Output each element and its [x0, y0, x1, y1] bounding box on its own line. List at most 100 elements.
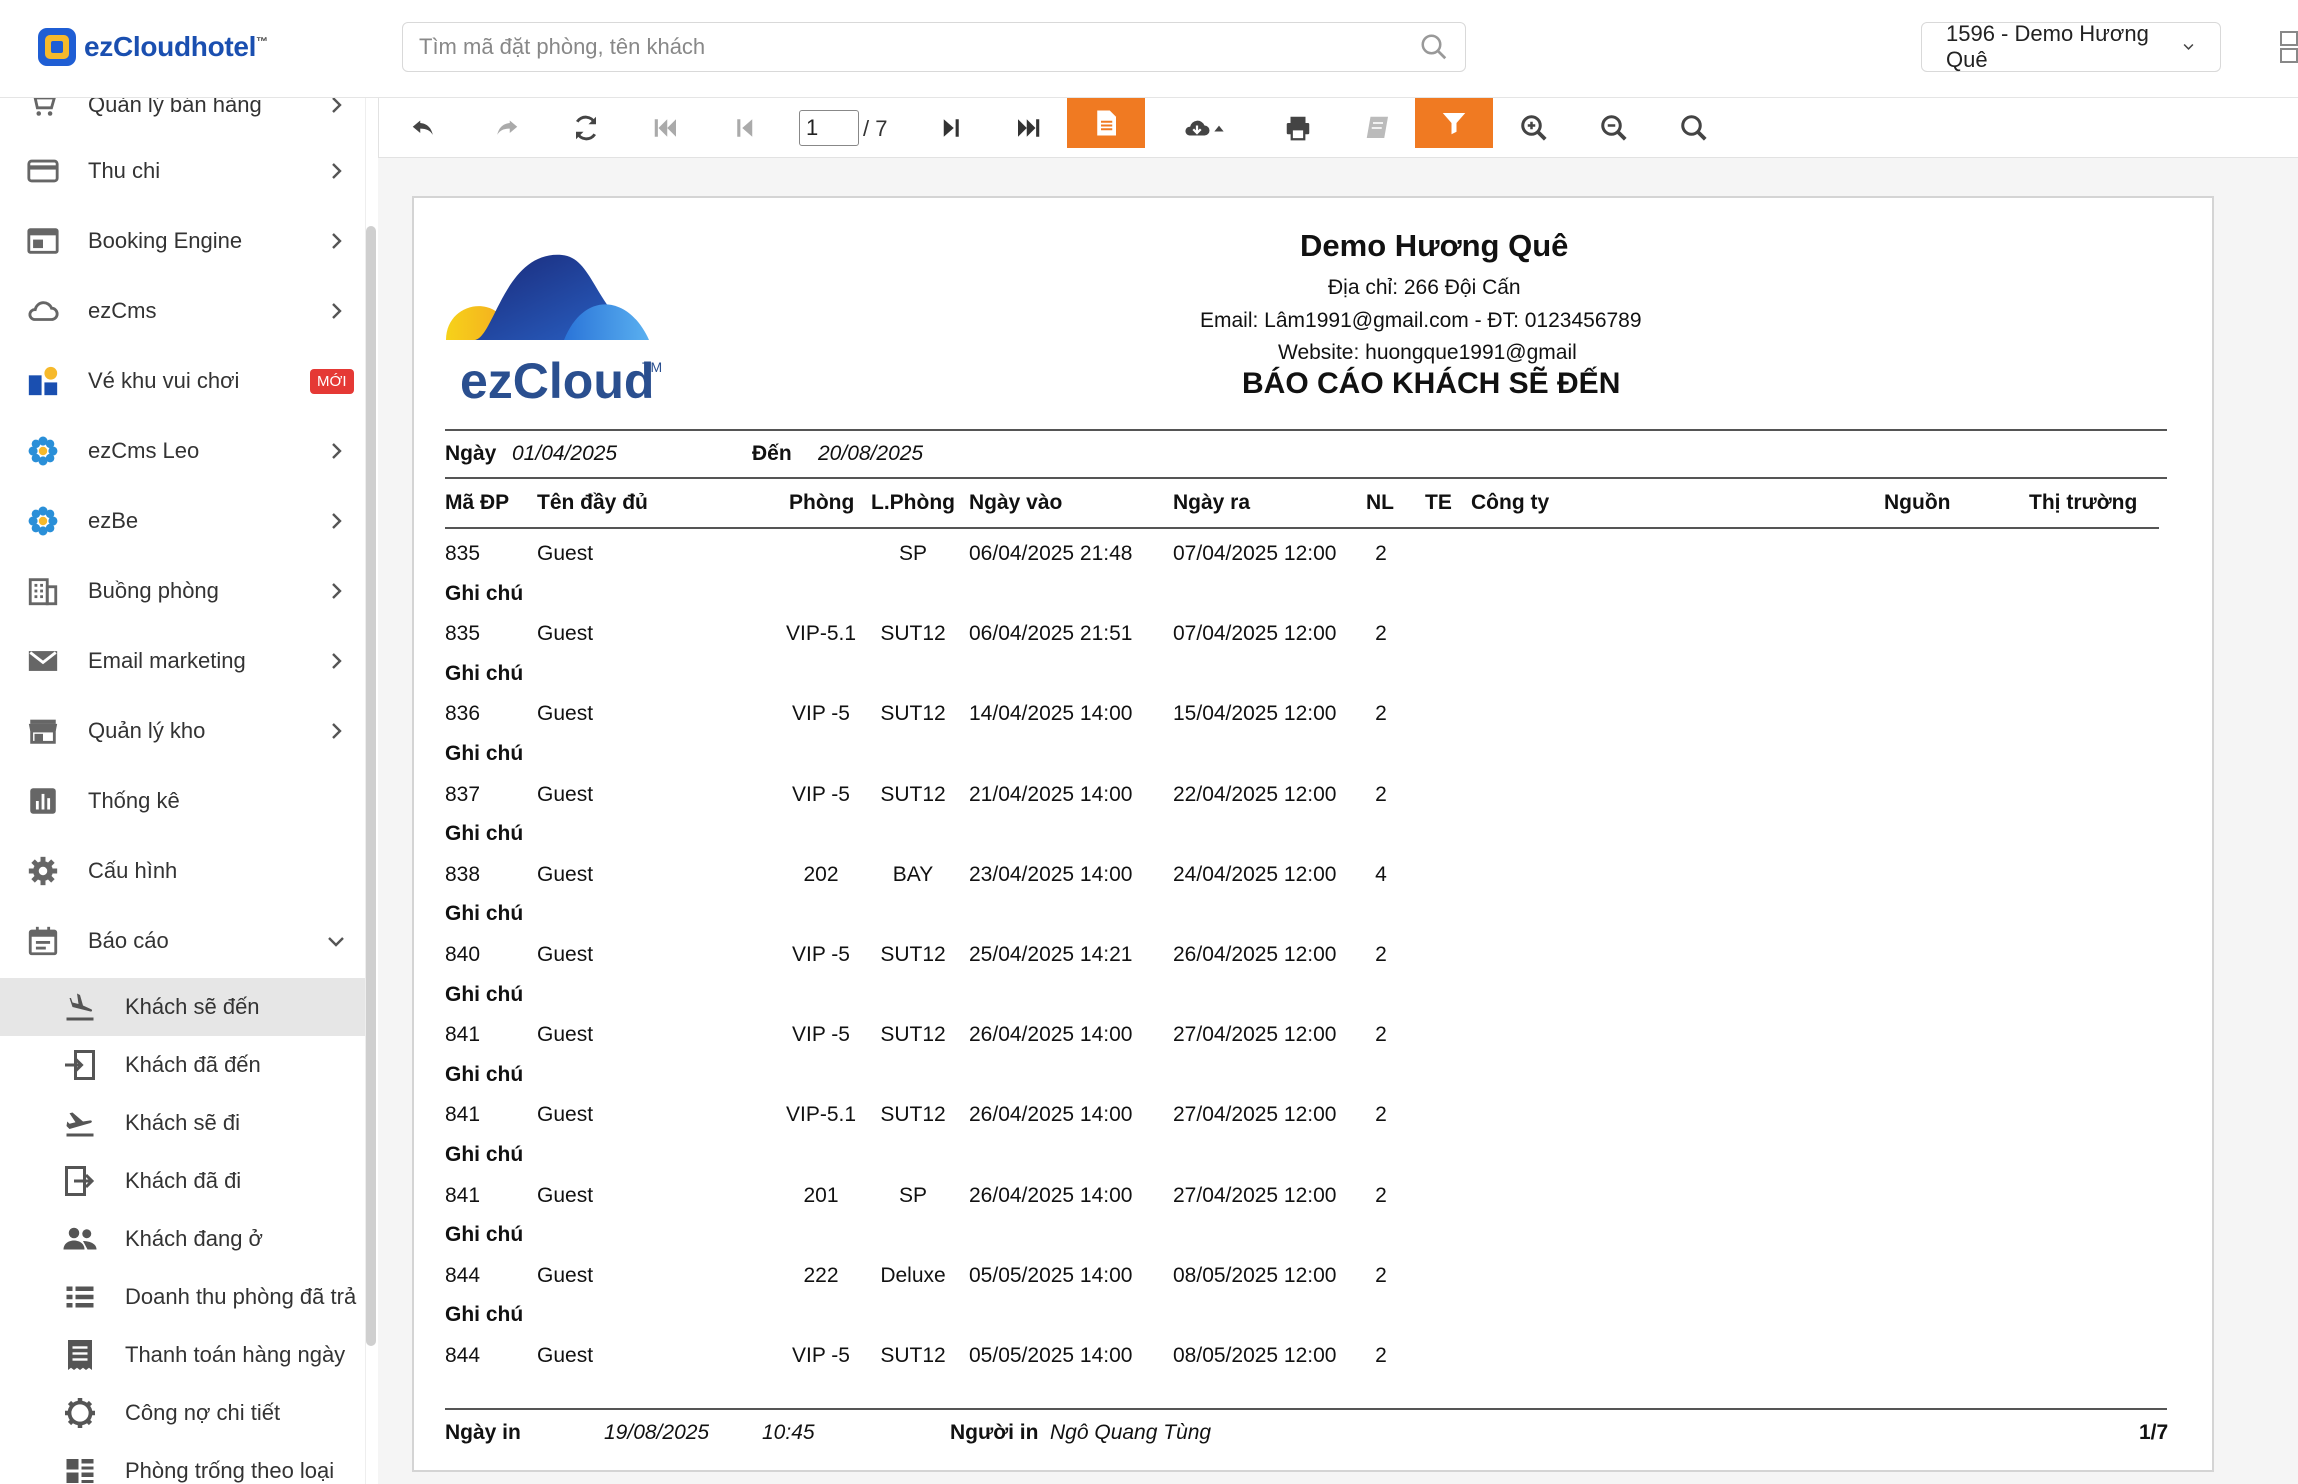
cell-ra: 08/05/2025 12:00 [1173, 1344, 1337, 1367]
sidebar-subitem-thanh-toan[interactable]: Thanh toán hàng ngày [0, 1326, 365, 1384]
cell-ma: 841 [445, 1023, 481, 1047]
logo-icon [38, 28, 76, 66]
sidebar-item-ve-khu-vui-choi[interactable]: Vé khu vui chơi MỚI [0, 346, 365, 416]
search-icon[interactable] [1419, 32, 1449, 62]
sidebar-item-label: ezBe [88, 508, 139, 533]
first-page-button[interactable] [643, 103, 689, 153]
cell-ten: Guest [537, 1023, 594, 1047]
sidebar-scrollbar[interactable] [366, 226, 376, 1346]
cell-ma: 835 [445, 622, 481, 646]
prev-page-icon [737, 119, 753, 137]
print-icon [1286, 116, 1310, 141]
cell-vao: 14/04/2025 14:00 [969, 702, 1133, 726]
mail-icon [28, 651, 58, 671]
prev-page-button[interactable] [723, 103, 769, 153]
cell-phong: VIP -5 [792, 1023, 850, 1047]
zoom-in-button[interactable] [1511, 103, 1557, 153]
card-icon [27, 159, 59, 183]
filter-button[interactable] [1415, 98, 1493, 148]
export-button[interactable] [1169, 103, 1239, 153]
sidebar-subitem-label: Phòng trống theo loại [125, 1458, 335, 1483]
sidebar-subitem-doanh-thu[interactable]: Doanh thu phòng đã trả [0, 1268, 365, 1326]
cell-phong: VIP -5 [792, 782, 850, 806]
cell-vao: 25/04/2025 14:21 [969, 943, 1133, 966]
last-page-button[interactable] [1005, 103, 1051, 153]
redo-button[interactable] [483, 103, 529, 153]
sidebar-item-ezcms-leo[interactable]: ezCms Leo [0, 416, 365, 486]
sidebar-item-quan-ly-kho[interactable]: Quản lý kho [0, 696, 365, 766]
sidebar-subitem-cong-no[interactable]: Công nợ chi tiết [0, 1384, 365, 1442]
sidebar-item-ezbe[interactable]: ezBe [0, 486, 365, 556]
sidebar-item-sales[interactable]: Quản lý bán hàng [0, 98, 365, 140]
document-view-button[interactable] [1067, 98, 1145, 148]
sidebar-subitem-label: Khách sẽ đến [125, 994, 260, 1019]
cell-ten: Guest [537, 622, 594, 646]
divider [445, 477, 2167, 479]
sidebar-subitem-khach-da-den[interactable]: Khách đã đến [0, 1036, 365, 1094]
cell-loai: SUT12 [880, 1103, 946, 1127]
page-total: / 7 [863, 116, 888, 141]
chevron-right-icon [332, 443, 342, 459]
sidebar-subitem-label: Khách đã đi [125, 1168, 242, 1193]
divider [445, 1408, 2167, 1410]
sidebar-item-thu-chi[interactable]: Thu chi [0, 136, 365, 206]
date-to-value: 20/08/2025 [818, 442, 924, 465]
cell-loai: SUT12 [880, 782, 946, 806]
sidebar-item-label: Báo cáo [88, 928, 169, 953]
cell-ten: Guest [537, 782, 594, 806]
cell-ra: 27/04/2025 12:00 [1173, 1103, 1337, 1127]
col-header-loai-phong: L.Phòng [871, 491, 955, 514]
sidebar-item-ezcms[interactable]: ezCms [0, 276, 365, 346]
col-header-phong: Phòng [789, 491, 855, 514]
note-label: Ghi chú [445, 1062, 524, 1086]
sidebar-subitem-khach-da-di[interactable]: Khách đã đi [0, 1152, 365, 1210]
cell-ra: 27/04/2025 12:00 [1173, 1023, 1337, 1047]
print-button[interactable] [1275, 103, 1321, 153]
report-hotel-name: Demo Hương Quê [1300, 228, 1569, 263]
zoom-out-button[interactable] [1591, 103, 1637, 153]
sidebar: Quản lý bán hàng Thu chi Booking Engine … [0, 98, 366, 1484]
sidebar-item-cau-hinh[interactable]: Cấu hình [0, 836, 365, 906]
sidebar-subitem-khach-dang-o[interactable]: Khách đang ở [0, 1210, 365, 1268]
top-header: ezCloudhotel™ 1596 - Demo Hương Quê [0, 0, 2298, 98]
cell-nl: 2 [1375, 702, 1387, 726]
col-header-nl: NL [1366, 491, 1394, 514]
page-number-input[interactable]: 1 [799, 110, 859, 146]
next-page-button[interactable] [927, 103, 973, 153]
cell-ma: 837 [445, 782, 481, 806]
search-input[interactable] [419, 34, 1419, 60]
print-date-value: 19/08/2025 [604, 1421, 710, 1444]
app-tm: ™ [256, 34, 268, 49]
sidebar-item-bao-cao[interactable]: Báo cáo [0, 906, 365, 976]
chevron-right-icon [332, 233, 342, 249]
cell-ten: Guest [537, 1344, 594, 1367]
cell-ra: 15/04/2025 12:00 [1173, 702, 1337, 726]
sidebar-item-thong-ke[interactable]: Thống kê [0, 766, 365, 836]
zoom-in-icon [1521, 115, 1547, 141]
cell-ra: 07/04/2025 12:00 [1173, 542, 1337, 565]
app-logo[interactable]: ezCloudhotel™ [38, 28, 268, 66]
sidebar-item-label: Buồng phòng [88, 578, 219, 603]
cell-vao: 05/05/2025 14:00 [969, 1263, 1133, 1287]
find-button[interactable] [1671, 103, 1717, 153]
sidebar-item-booking-engine[interactable]: Booking Engine [0, 206, 365, 276]
cell-ten: Guest [537, 542, 594, 565]
ezcloud-logo: ezCloud TM [446, 254, 662, 400]
sidebar-item-buong-phong[interactable]: Buồng phòng [0, 556, 365, 626]
apps-icon[interactable] [2280, 30, 2298, 64]
sidebar-subitem-khach-se-den[interactable]: Khách sẽ đến [0, 978, 365, 1036]
sidebar-item-email-marketing[interactable]: Email marketing [0, 626, 365, 696]
col-header-ngay-vao: Ngày vào [969, 491, 1063, 514]
sidebar-subitem-phong-trong[interactable]: Phòng trống theo loại [0, 1442, 365, 1484]
bar-chart-icon [30, 788, 56, 814]
login-icon [65, 1050, 95, 1080]
receipt-icon [68, 1340, 92, 1370]
date-from-label: Ngày [445, 442, 497, 465]
refresh-button[interactable] [563, 103, 609, 153]
hotel-selector[interactable]: 1596 - Demo Hương Quê [1921, 21, 2221, 72]
undo-button[interactable] [401, 103, 447, 153]
sidebar-item-label: Email marketing [88, 648, 246, 673]
plane-takeoff-icon [66, 1112, 94, 1137]
sidebar-subitem-khach-se-di[interactable]: Khách sẽ đi [0, 1094, 365, 1152]
print-page-button[interactable] [1355, 103, 1401, 153]
